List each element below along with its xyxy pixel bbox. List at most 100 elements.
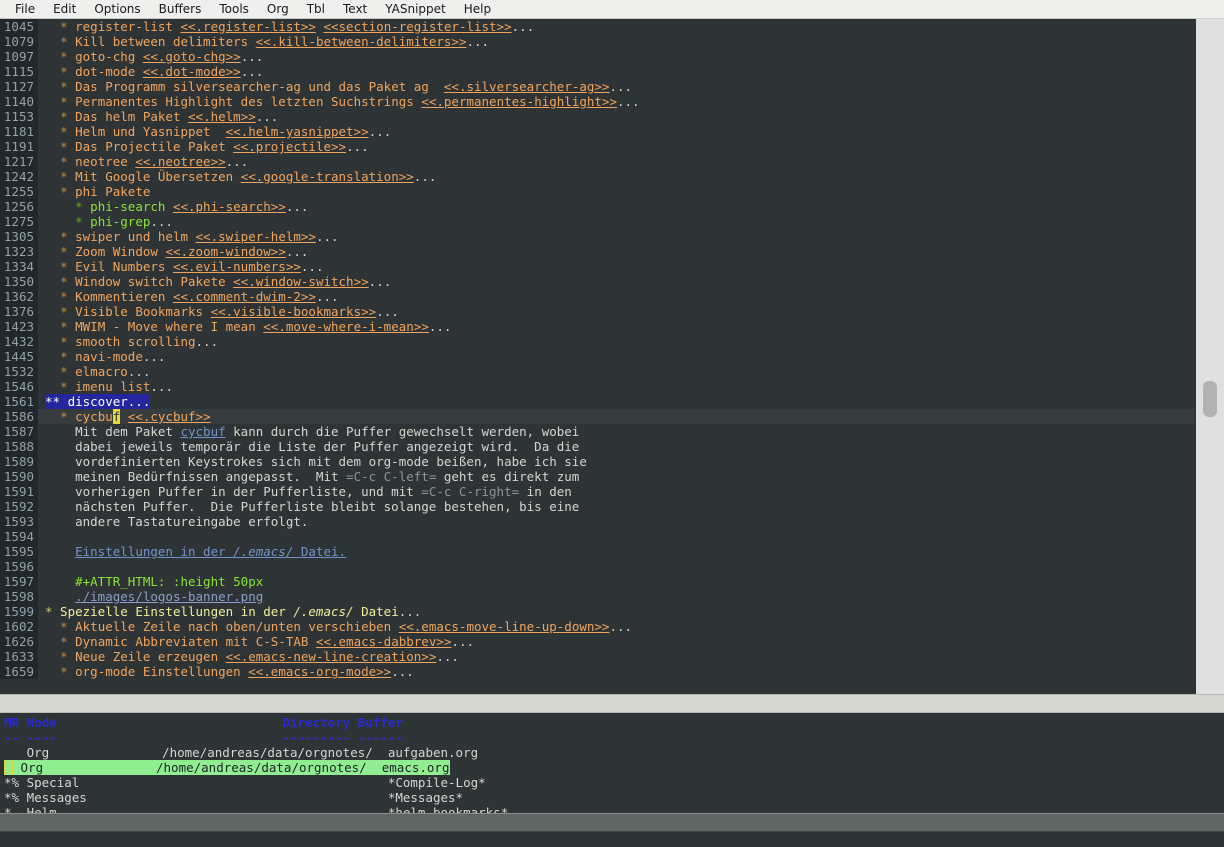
cycbuf-row[interactable]: *% Special *Compile-Log*: [0, 775, 1224, 790]
text-span: *: [60, 409, 68, 424]
line-number: 1599: [0, 604, 38, 619]
buffer-line[interactable]: 1445 * navi-mode...: [0, 349, 1195, 364]
line-text: * Kommentieren <<.comment-dwim-2>>...: [38, 289, 1195, 304]
buffer-line[interactable]: 1362 * Kommentieren <<.comment-dwim-2>>.…: [0, 289, 1195, 304]
text-span: meinen Bedürfnissen angepasst. Mit: [45, 469, 346, 484]
line-number: 1595: [0, 544, 38, 559]
buffer-line[interactable]: 1602 * Aktuelle Zeile nach oben/unten ve…: [0, 619, 1195, 634]
buffer-line[interactable]: 1593 andere Tastatureingabe erfolgt.: [0, 514, 1195, 529]
text-span: Evil Numbers: [68, 259, 173, 274]
vertical-scrollbar[interactable]: [1195, 19, 1224, 694]
buffer-line[interactable]: 1045 * register-list <<.register-list>> …: [0, 19, 1195, 34]
cycbuf-row[interactable]: Org /home/andreas/data/orgnotes/ emacs.o…: [0, 760, 1224, 775]
buffer-line[interactable]: 1633 * Neue Zeile erzeugen <<.emacs-new-…: [0, 649, 1195, 664]
buffer-line[interactable]: 1596: [0, 559, 1195, 574]
buffer-line[interactable]: 1181 * Helm und Yasnippet <<.helm-yasnip…: [0, 124, 1195, 139]
buffer-line[interactable]: 1597 #+ATTR_HTML: :height 50px: [0, 574, 1195, 589]
text-span: [45, 379, 60, 394]
buffer-line[interactable]: 1595 Einstellungen in der /.emacs/ Datei…: [0, 544, 1195, 559]
line-number: 1097: [0, 49, 38, 64]
buffer-line[interactable]: 1217 * neotree <<.neotree>>...: [0, 154, 1195, 169]
buffer-line[interactable]: 1599* Spezielle Einstellungen in der /.e…: [0, 604, 1195, 619]
text-span: <<.comment-dwim-2>>: [173, 289, 316, 304]
line-number: 1242: [0, 169, 38, 184]
text-span: Zoom Window: [68, 244, 166, 259]
buffer-line[interactable]: 1334 * Evil Numbers <<.evil-numbers>>...: [0, 259, 1195, 274]
text-span: <<.emacs-new-line-creation>>: [226, 649, 437, 664]
text-span: *: [60, 34, 68, 49]
buffer-line[interactable]: 1588 dabei jeweils temporär die Liste de…: [0, 439, 1195, 454]
text-span: *: [60, 244, 68, 259]
buffer-line[interactable]: 1140 * Permanentes Highlight des letzten…: [0, 94, 1195, 109]
buffer-line[interactable]: 1115 * dot-mode <<.dot-mode>>...: [0, 64, 1195, 79]
buffer-line[interactable]: 1256 * phi-search <<.phi-search>>...: [0, 199, 1195, 214]
text-span: ...: [346, 139, 369, 154]
cycbuf-row[interactable]: Org /home/andreas/data/orgnotes/ aufgabe…: [0, 745, 1224, 760]
scrollbar-thumb[interactable]: [1203, 381, 1217, 417]
buffer-line[interactable]: 1275 * phi-grep...: [0, 214, 1195, 229]
buffer-line[interactable]: 1546 * imenu list...: [0, 379, 1195, 394]
buffer-line[interactable]: 1376 * Visible Bookmarks <<.visible-book…: [0, 304, 1195, 319]
buffer-line[interactable]: 1587 Mit dem Paket cycbuf kann durch die…: [0, 424, 1195, 439]
text-span: *: [60, 169, 68, 184]
buffer-line[interactable]: 1598 ./images/logos-banner.png: [0, 589, 1195, 604]
modeline-cycbuf: U:%*- *cycbuf* All of 519 (4,0) (Cycle-B…: [0, 813, 1224, 832]
text-span: *: [60, 664, 68, 679]
cycbuf-row[interactable]: *% Messages *Messages*: [0, 790, 1224, 805]
buffer-line[interactable]: 1592 nächsten Puffer. Die Pufferliste bl…: [0, 499, 1195, 514]
org-buffer-text-area[interactable]: 1045 * register-list <<.register-list>> …: [0, 19, 1195, 694]
menu-item-tbl[interactable]: Tbl: [298, 0, 334, 18]
line-text: * MWIM - Move where I mean <<.move-where…: [38, 319, 1195, 334]
buffer-line[interactable]: 1323 * Zoom Window <<.zoom-window>>...: [0, 244, 1195, 259]
buffer-line[interactable]: 1305 * swiper und helm <<.swiper-helm>>.…: [0, 229, 1195, 244]
buffer-line[interactable]: 1127 * Das Programm silversearcher-ag un…: [0, 79, 1195, 94]
cycbuf-header-separator: -- ---- --------- ------: [0, 730, 1224, 745]
buffer-line[interactable]: 1079 * Kill between delimiters <<.kill-b…: [0, 34, 1195, 49]
line-text: * swiper und helm <<.swiper-helm>>...: [38, 229, 1195, 244]
text-span: Kill between delimiters: [68, 34, 256, 49]
menu-item-yasnippet[interactable]: YASnippet: [376, 0, 455, 18]
text-span: [45, 79, 60, 94]
buffer-line[interactable]: 1242 * Mit Google Übersetzen <<.google-t…: [0, 169, 1195, 184]
buffer-line[interactable]: 1255 * phi Pakete: [0, 184, 1195, 199]
buffer-line[interactable]: 1350 * Window switch Pakete <<.window-sw…: [0, 274, 1195, 289]
buffer-line[interactable]: 1097 * goto-chg <<.goto-chg>>...: [0, 49, 1195, 64]
text-span: *: [60, 154, 68, 169]
text-span: Window switch Pakete: [68, 274, 234, 289]
menu-item-edit[interactable]: Edit: [44, 0, 85, 18]
text-span: <<.silversearcher-ag>>: [444, 79, 610, 94]
menu-item-help[interactable]: Help: [455, 0, 500, 18]
buffer-line[interactable]: 1591 vorherigen Puffer in der Pufferlist…: [0, 484, 1195, 499]
menu-item-tools[interactable]: Tools: [210, 0, 258, 18]
buffer-line[interactable]: 1659 * org-mode Einstellungen <<.emacs-o…: [0, 664, 1195, 679]
text-span: <<.evil-numbers>>: [173, 259, 301, 274]
buffer-line[interactable]: 1561** discover...: [0, 394, 1195, 409]
line-number: 1275: [0, 214, 38, 229]
buffer-line[interactable]: 1589 vordefinierten Keystrokes sich mit …: [0, 454, 1195, 469]
buffer-line[interactable]: 1594: [0, 529, 1195, 544]
cycbuf-row[interactable]: * Helm *helm bookmarks*: [0, 805, 1224, 813]
buffer-line[interactable]: 1432 * smooth scrolling...: [0, 334, 1195, 349]
text-span: [45, 409, 60, 424]
buffer-line[interactable]: 1590 meinen Bedürfnissen angepasst. Mit …: [0, 469, 1195, 484]
text-span: ...: [369, 274, 392, 289]
menu-item-buffers[interactable]: Buffers: [150, 0, 211, 18]
text-span: *: [75, 199, 83, 214]
buffer-line[interactable]: 1191 * Das Projectile Paket <<.projectil…: [0, 139, 1195, 154]
buffer-line[interactable]: 1532 * elmacro...: [0, 364, 1195, 379]
menu-item-org[interactable]: Org: [258, 0, 298, 18]
menu-item-options[interactable]: Options: [85, 0, 149, 18]
window-cycbuf[interactable]: MR Mode Directory Buffer-- ---- --------…: [0, 715, 1224, 813]
text-span: <<.emacs-dabbrev>>: [316, 634, 451, 649]
line-text: ** discover...: [38, 394, 1195, 409]
buffer-line[interactable]: 1626 * Dynamic Abbreviaten mit C-S-TAB <…: [0, 634, 1195, 649]
cycbuf-mr-flags: *: [4, 805, 19, 813]
line-number: 1255: [0, 184, 38, 199]
buffer-line[interactable]: 1423 * MWIM - Move where I mean <<.move-…: [0, 319, 1195, 334]
cycbuf-row-content: *% Special *Compile-Log*: [4, 775, 486, 790]
cycbuf-mr-flags: *%: [4, 790, 19, 805]
menu-item-text[interactable]: Text: [334, 0, 376, 18]
buffer-line[interactable]: 1586 * cycbuf <<.cycbuf>>: [0, 409, 1195, 424]
buffer-line[interactable]: 1153 * Das helm Paket <<.helm>>...: [0, 109, 1195, 124]
menu-item-file[interactable]: File: [6, 0, 44, 18]
